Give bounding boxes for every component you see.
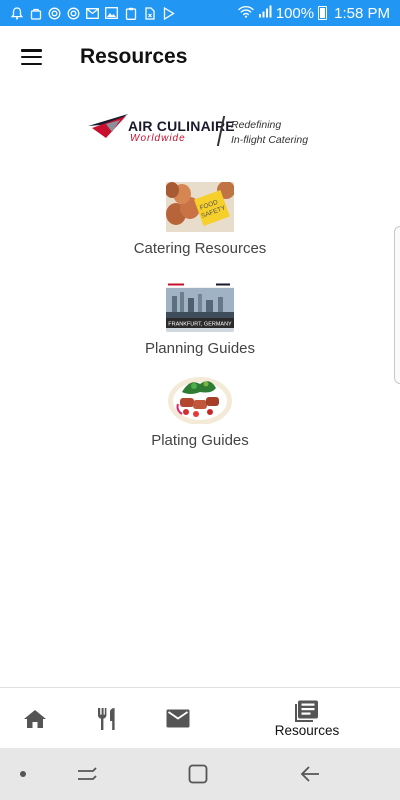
app-header: Resources: [0, 26, 400, 88]
bag-icon: [29, 7, 42, 20]
hamburger-menu-icon: [20, 49, 42, 65]
document-x-icon: [143, 6, 156, 20]
resource-item-plating[interactable]: Plating Guides: [0, 374, 400, 449]
plated-dish-image: [166, 374, 234, 424]
system-dot-button[interactable]: [0, 748, 53, 800]
home-square-icon: [188, 764, 208, 784]
nav-resources[interactable]: Resources: [262, 688, 352, 749]
bottom-navigation: Resources: [0, 687, 400, 748]
nav-dining[interactable]: [84, 688, 130, 749]
resource-label-planning: Planning Guides: [144, 340, 256, 357]
system-navigation-bar: [0, 748, 400, 800]
recent-apps-icon: [78, 767, 97, 780]
frankfurt-image-caption: FRANKFURT, GERMANY: [168, 322, 232, 328]
notification-icons: [10, 6, 175, 20]
nav-resources-label: Resources: [274, 722, 340, 738]
air-culinaire-logo: AIR CULINAIRE Worldwide Redefining In-fl…: [86, 108, 316, 154]
dot-icon: [20, 771, 26, 777]
resource-item-catering[interactable]: FOOD SAFETY Catering Resources: [0, 182, 400, 257]
home-icon: [24, 709, 46, 728]
nav-mail[interactable]: [155, 688, 201, 749]
recent-apps-button[interactable]: [57, 748, 117, 800]
nav-home[interactable]: [12, 688, 58, 749]
page-title: Resources: [80, 45, 188, 68]
wifi-icon: [238, 5, 254, 22]
menu-button[interactable]: [0, 26, 62, 88]
play-store-icon: [162, 6, 175, 20]
mail-status-icon: [86, 7, 99, 20]
logo-tagline-line2: In-flight Catering: [231, 134, 309, 146]
back-arrow-icon: [300, 766, 319, 782]
logo-bird-icon: [88, 114, 128, 138]
resource-label-catering: Catering Resources: [133, 240, 267, 257]
mail-icon: [166, 709, 190, 728]
battery-icon: [318, 6, 328, 20]
resource-label-plating: Plating Guides: [151, 432, 249, 449]
logo-tagline-line1: Redefining: [231, 119, 282, 131]
sync-icon: [48, 7, 61, 20]
resources-icon: [295, 700, 318, 722]
clipboard-icon: [124, 7, 137, 20]
edge-panel-handle[interactable]: [394, 226, 400, 384]
status-bar: 100% 1:58 PM: [0, 0, 400, 26]
resource-item-planning[interactable]: FRANKFURT, GERMANY Planning Guides: [0, 282, 400, 357]
food-safety-image: FOOD SAFETY: [166, 182, 234, 232]
image-icon: [105, 7, 118, 20]
battery-percent: 100%: [275, 4, 315, 22]
clock: 1:58 PM: [334, 4, 390, 22]
bell-icon: [10, 6, 23, 20]
frankfurt-image: FRANKFURT, GERMANY: [166, 282, 234, 332]
fork-knife-icon: [98, 707, 115, 730]
home-button[interactable]: [168, 748, 228, 800]
signal-icon: [258, 5, 272, 22]
back-button[interactable]: [280, 748, 340, 800]
status-right: 100% 1:58 PM: [238, 5, 390, 22]
logo-tagline: Redefining In-flight Catering: [231, 118, 308, 148]
sync-icon-2: [67, 7, 80, 20]
